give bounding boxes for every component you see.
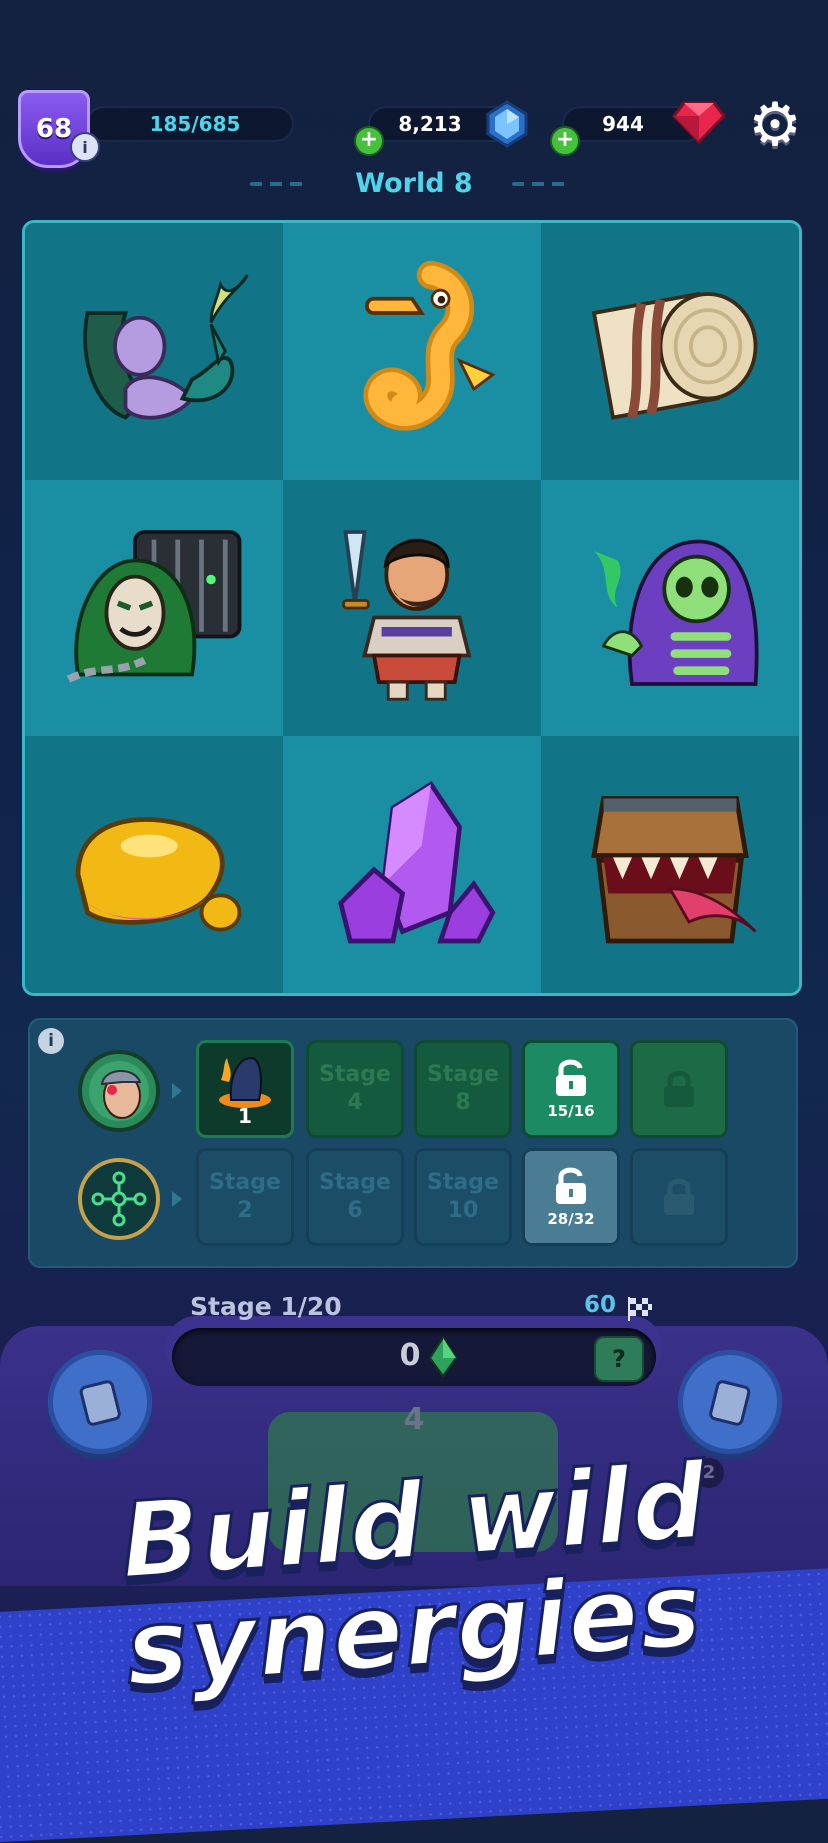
gem-icon bbox=[672, 101, 726, 144]
crystals-count: 8,213 bbox=[398, 112, 462, 136]
gems-count: 944 bbox=[602, 112, 644, 136]
row2-slot-3-stage: Stage bbox=[427, 1170, 499, 1195]
resource-counter-value: 0 bbox=[399, 1338, 421, 1373]
row1-slot-4-progress: 15/16 bbox=[547, 1102, 595, 1120]
xp-text: 185/685 bbox=[149, 112, 241, 136]
left-action-button[interactable] bbox=[48, 1350, 152, 1454]
board-cell-mermaid[interactable] bbox=[25, 223, 283, 480]
mimic-chest-icon bbox=[591, 795, 757, 944]
row2-slot-4[interactable]: 28/32 bbox=[522, 1148, 620, 1246]
row1-slot-3-number: 8 bbox=[455, 1090, 471, 1115]
hooded-skeleton-icon bbox=[594, 539, 759, 686]
board-cell-seahorse[interactable] bbox=[283, 223, 541, 480]
lock-icon bbox=[664, 1178, 694, 1215]
row2-slot-2-number: 6 bbox=[347, 1198, 363, 1223]
lock-icon bbox=[664, 1070, 694, 1107]
row2-slot-1-stage: Stage bbox=[209, 1170, 281, 1195]
settings-gear-icon[interactable]: ⚙ bbox=[744, 94, 806, 156]
row2-hero-avatar[interactable] bbox=[78, 1158, 160, 1240]
gold-nugget-icon bbox=[75, 816, 242, 932]
cyborg-face-icon bbox=[89, 1061, 149, 1121]
mermaid-icon bbox=[83, 274, 249, 421]
row1-arrow-icon bbox=[172, 1083, 182, 1099]
card-icon bbox=[79, 1380, 121, 1426]
add-gems-button[interactable]: + bbox=[550, 126, 580, 156]
lineup-info-icon[interactable]: i bbox=[38, 1028, 64, 1054]
board-cell-mimic-chest[interactable] bbox=[541, 736, 799, 993]
stage-flag-count: 60 bbox=[584, 1292, 617, 1318]
seahorse-icon bbox=[363, 261, 496, 431]
crystal-icon bbox=[486, 100, 528, 148]
row1-slot-5[interactable] bbox=[630, 1040, 728, 1138]
item-board bbox=[22, 220, 802, 996]
row1-slot-2-number: 4 bbox=[347, 1090, 363, 1115]
row2-slot-5[interactable] bbox=[630, 1148, 728, 1246]
row2-slot-3-number: 10 bbox=[447, 1198, 479, 1223]
caged-wraith-icon bbox=[66, 530, 242, 683]
row1-slot-2-stage: Stage bbox=[319, 1062, 391, 1087]
add-crystals-button[interactable]: + bbox=[354, 126, 384, 156]
card-flip-icon bbox=[709, 1380, 751, 1426]
row1-slot-3-stage: Stage bbox=[427, 1062, 499, 1087]
row2-slot-4-progress: 28/32 bbox=[547, 1210, 595, 1228]
level-info-icon[interactable]: i bbox=[70, 132, 100, 162]
row1-hero-avatar[interactable] bbox=[78, 1050, 160, 1132]
unlock-icon bbox=[556, 1167, 586, 1204]
board-cell-warrior-hero[interactable] bbox=[283, 479, 541, 737]
row1-slot-3[interactable]: Stage 8 bbox=[414, 1040, 512, 1138]
row2-slot-2[interactable]: Stage 6 bbox=[306, 1148, 404, 1246]
row2-slot-1[interactable]: Stage 2 bbox=[196, 1148, 294, 1246]
board-cell-scroll[interactable] bbox=[541, 223, 799, 480]
world-title: World 8 bbox=[355, 168, 473, 199]
unlock-icon bbox=[556, 1059, 586, 1096]
purple-crystal-icon bbox=[338, 780, 496, 944]
board-cell-purple-crystal[interactable] bbox=[283, 736, 541, 993]
warrior-hero-icon bbox=[342, 530, 472, 701]
scroll-icon bbox=[591, 292, 758, 421]
row2-slot-3[interactable]: Stage 10 bbox=[414, 1148, 512, 1246]
row1-slot-4[interactable]: 15/16 bbox=[522, 1040, 620, 1138]
stage-progress-label: Stage 1/20 bbox=[190, 1292, 342, 1321]
board-cell-gold-nugget[interactable] bbox=[25, 736, 283, 993]
card-cost: 4 bbox=[403, 1402, 425, 1437]
level-number: 68 bbox=[35, 114, 73, 144]
right-action-button[interactable] bbox=[678, 1350, 782, 1454]
green-shard-icon bbox=[428, 1336, 458, 1378]
row1-slot-1[interactable]: 1 bbox=[196, 1040, 294, 1138]
row2-slot-2-stage: Stage bbox=[319, 1170, 391, 1195]
world-title-left-dashes bbox=[250, 182, 310, 186]
row2-arrow-icon bbox=[172, 1191, 182, 1207]
row1-slot-2[interactable]: Stage 4 bbox=[306, 1040, 404, 1138]
fire-wraith-icon bbox=[219, 1056, 271, 1108]
row1-slot-1-count: 1 bbox=[238, 1104, 252, 1128]
board-cell-hooded-skeleton[interactable] bbox=[541, 479, 799, 737]
board-cell-caged-wraith[interactable] bbox=[25, 479, 283, 737]
checkered-flag-icon bbox=[628, 1297, 652, 1321]
row2-slot-1-number: 2 bbox=[237, 1198, 253, 1223]
mystery-card-icon[interactable]: ? bbox=[594, 1336, 644, 1382]
world-title-right-dashes bbox=[512, 182, 572, 186]
node-network-icon bbox=[91, 1171, 147, 1227]
